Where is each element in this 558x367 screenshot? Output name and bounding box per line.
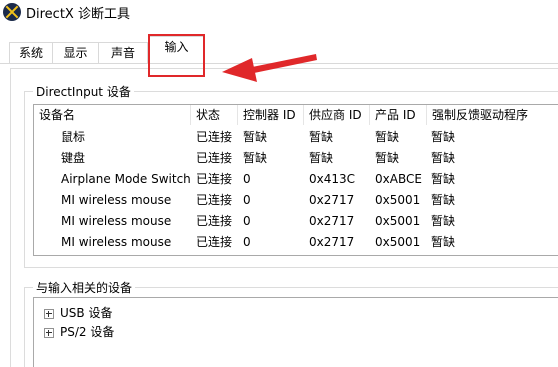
annotation-arrow [222,54,317,82]
